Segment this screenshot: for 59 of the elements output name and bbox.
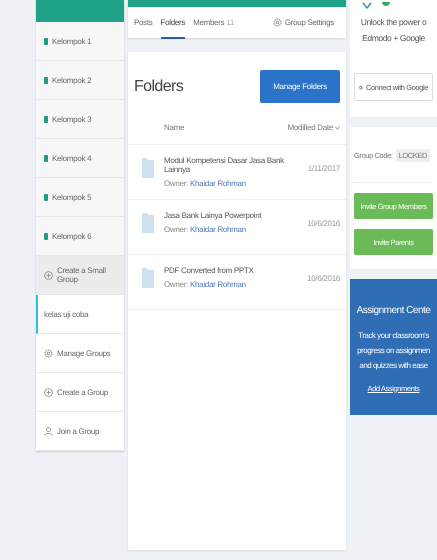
sidebar-item-label: Kelompok 2 (52, 76, 92, 84)
sidebar-item[interactable]: Kelompok 4 (36, 139, 124, 178)
card-text: and quizzes with ease (359, 360, 428, 372)
sidebar-item-label: kelas uji coba (44, 310, 88, 318)
sidebar-item[interactable]: Create a Small Group (36, 256, 124, 295)
sidebar-item[interactable]: Kelompok 3 (36, 100, 124, 139)
owner-label: Owner: (164, 179, 188, 188)
column-header[interactable]: Modified Date (288, 123, 333, 132)
sidebar-item[interactable]: Kelompok 1 (36, 22, 124, 61)
active-group-banner[interactable] (36, 0, 124, 22)
sidebar-item[interactable]: Join a Group (36, 412, 124, 451)
sidebar-item-label: Create a Group (57, 388, 108, 396)
file-icon (142, 268, 154, 288)
card-text: Track your classroom's (358, 330, 429, 342)
column-header[interactable]: Name (164, 123, 184, 132)
tab[interactable]: Members 11 (193, 6, 234, 39)
plus-circle-icon (44, 388, 53, 396)
promo-text: Unlock the power o (360, 16, 428, 27)
person-icon (44, 426, 53, 436)
folder-name[interactable]: PDF Converted from PPTX (164, 266, 298, 275)
plus-circle-icon (44, 270, 53, 280)
tab[interactable]: Folders (160, 6, 186, 39)
sidebar-item[interactable]: Kelompok 5 (36, 178, 124, 217)
gear-icon (272, 18, 282, 27)
sidebar-item-label: Kelompok 4 (52, 154, 92, 162)
sidebar-item[interactable]: Kelompok 6 (36, 217, 124, 256)
gear-icon (44, 348, 53, 358)
sidebar-item-label: Manage Groups (57, 348, 110, 358)
logo-icon (382, 2, 390, 8)
sidebar-item-label: Kelompok 6 (52, 232, 92, 240)
sidebar-item-label: Kelompok 1 (52, 36, 92, 46)
file-icon (142, 158, 154, 178)
modified-date: 10/6/2016 (307, 219, 340, 228)
owner-label: Owner: (164, 225, 188, 234)
owner-link[interactable]: Khaidar Rohman (190, 179, 246, 188)
group-settings-button[interactable]: Group Settings (266, 17, 340, 28)
sidebar-item-label: Kelompok 5 (52, 192, 92, 202)
sidebar-item[interactable]: Create a Group (36, 373, 124, 412)
modified-date: 1/11/2017 (308, 164, 340, 173)
folder-name[interactable]: Modul Kompetensi Dasar Jasa Bank Lainnya (164, 156, 298, 174)
owner-label: Owner: (164, 280, 188, 289)
manage-folders-button[interactable]: Manage Folders (260, 70, 340, 103)
sidebar-item[interactable]: Manage Groups (36, 334, 124, 373)
sidebar-item-label: Create a Small Group (57, 266, 107, 284)
file-icon (142, 213, 154, 233)
card-title: Assignment Cente (356, 305, 430, 316)
sidebar-item-label: Join a Group (57, 426, 100, 436)
sidebar-item-label: Kelompok 3 (52, 114, 92, 124)
caret-icon (335, 126, 340, 130)
card-text: progress on assignmen (357, 345, 430, 356)
folder-name[interactable]: Jasa Bank Lainya Powerpoint (164, 211, 298, 220)
sidebar-item[interactable]: Kelompok 2 (36, 61, 124, 100)
owner-link[interactable]: Khaidar Rohman (190, 225, 246, 234)
folders-title: Folders (134, 78, 184, 96)
promo-text: Edmodo + Google (361, 32, 426, 43)
owner-link[interactable]: Khaidar Rohman (190, 280, 246, 289)
tab[interactable]: Posts (134, 6, 153, 39)
modified-date: 10/6/2016 (307, 274, 340, 283)
sidebar-item[interactable]: kelas uji coba (36, 295, 124, 334)
